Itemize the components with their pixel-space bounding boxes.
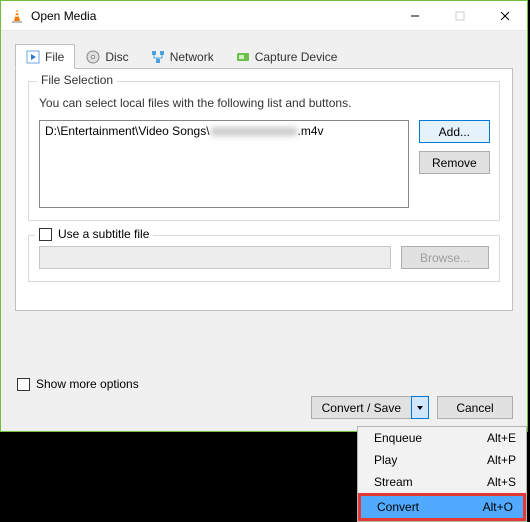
menu-item-label: Enqueue [374,431,422,445]
subtitle-path-input [39,246,391,269]
menu-item-enqueue[interactable]: Enqueue Alt+E [358,427,526,449]
redacted-filename [211,127,297,136]
subtitle-group: Use a subtitle file Browse... [28,235,500,282]
tab-disc-label: Disc [105,50,128,64]
menu-item-stream[interactable]: Stream Alt+S [358,471,526,493]
cancel-button[interactable]: Cancel [437,396,513,419]
file-selection-title: File Selection [37,73,117,87]
menu-item-label: Stream [374,475,413,489]
convert-save-split-button[interactable]: Convert / Save [311,396,429,419]
menu-item-label: Play [374,453,397,467]
tab-capture[interactable]: Capture Device [225,44,349,69]
disc-icon [86,50,100,64]
tab-capture-label: Capture Device [255,50,338,64]
file-path-suffix: .m4v [298,124,324,138]
tab-disc[interactable]: Disc [75,44,139,69]
add-button-label: Add... [439,125,470,139]
list-item[interactable]: D:\Entertainment\Video Songs\ .m4v [45,124,403,138]
browse-button: Browse... [401,246,489,269]
window-title: Open Media [31,9,96,23]
menu-item-label: Convert [377,500,419,514]
maximize-button[interactable] [437,1,482,30]
browse-button-label: Browse... [420,251,470,265]
menu-item-play[interactable]: Play Alt+P [358,449,526,471]
convert-save-label: Convert / Save [312,397,411,418]
capture-device-icon [236,50,250,64]
tab-file-label: File [45,50,64,64]
use-subtitle-label: Use a subtitle file [58,227,149,241]
show-more-options-checkbox[interactable] [17,378,30,391]
menu-item-shortcut: Alt+S [487,475,516,489]
client-area: File Disc Network Capture Device File Se… [1,31,527,319]
menu-item-shortcut: Alt+P [487,453,516,467]
cancel-button-label: Cancel [456,401,493,415]
file-play-icon [26,50,40,64]
convert-save-menu: Enqueue Alt+E Play Alt+P Stream Alt+S Co… [357,426,527,522]
menu-item-shortcut: Alt+E [487,431,516,445]
remove-button-label: Remove [432,156,477,170]
file-selection-hint: You can select local files with the foll… [39,96,489,110]
use-subtitle-checkbox[interactable] [39,228,52,241]
bottom-bar: Show more options [1,377,527,397]
file-selection-group: File Selection You can select local file… [28,81,500,221]
tab-network-label: Network [170,50,214,64]
vlc-cone-icon [9,8,25,24]
tab-network[interactable]: Network [140,44,225,69]
action-bar: Convert / Save Cancel [1,396,527,425]
network-icon [151,50,165,64]
dropdown-arrow-icon[interactable] [411,396,429,419]
add-button[interactable]: Add... [419,120,490,143]
remove-button[interactable]: Remove [419,151,490,174]
tab-file[interactable]: File [15,44,75,69]
show-more-options-label: Show more options [36,377,139,391]
close-button[interactable] [482,1,527,30]
tabpanel-file: File Selection You can select local file… [15,68,513,311]
menu-item-shortcut: Alt+O [483,500,513,514]
tabstrip: File Disc Network Capture Device [15,43,513,69]
minimize-button[interactable] [392,1,437,30]
highlight-frame: Convert Alt+O [358,493,526,521]
file-list[interactable]: D:\Entertainment\Video Songs\ .m4v [39,120,409,208]
titlebar[interactable]: Open Media [1,1,527,31]
open-media-window: Open Media File Disc Network Capture Dev… [0,0,528,432]
file-path-prefix: D:\Entertainment\Video Songs\ [45,124,210,138]
menu-item-convert[interactable]: Convert Alt+O [361,496,523,518]
